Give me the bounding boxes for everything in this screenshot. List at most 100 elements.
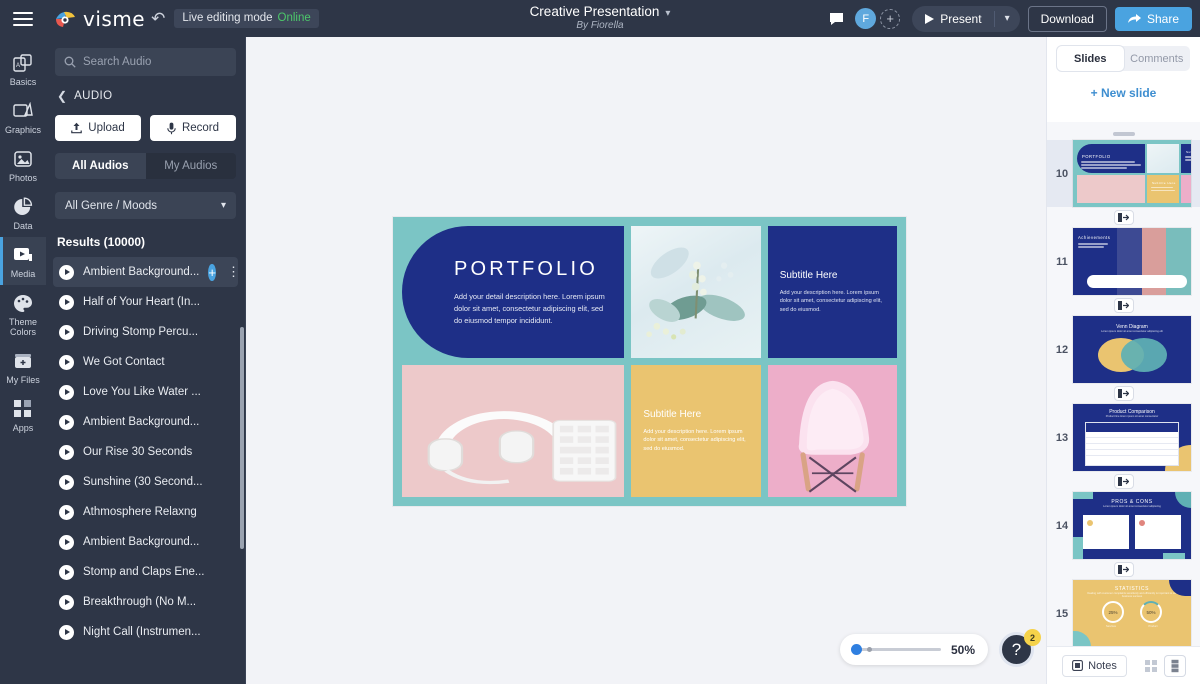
list-item[interactable]: We Got Contact xyxy=(53,347,238,377)
audio-track-list[interactable]: Ambient Background... + ⋮ Half of Your Hear… xyxy=(46,257,245,652)
sidebar-tabs: Slides Comments xyxy=(1057,46,1190,71)
list-item[interactable]: Driving Stomp Percu... xyxy=(53,317,238,347)
slide-transition-icon[interactable] xyxy=(1113,386,1134,401)
subtitle-navy-card[interactable]: Subtitle Here Add your description here.… xyxy=(767,226,897,358)
panel-scrollbar[interactable] xyxy=(240,327,244,549)
sidebar-item-media[interactable]: Media xyxy=(0,237,46,285)
help-notification-badge[interactable]: 2 xyxy=(1024,629,1041,646)
headphones-photo[interactable] xyxy=(402,365,625,497)
pink-chair-photo[interactable] xyxy=(767,365,897,497)
search-input[interactable]: Search Audio xyxy=(55,48,236,76)
slide-transition-icon[interactable] xyxy=(1113,474,1134,489)
zoom-slider-handle[interactable] xyxy=(851,644,862,655)
slide-thumbnail-row[interactable]: 10 PORTFOLIOSubtitle HereSubtitle Here xyxy=(1047,140,1200,207)
sidebar-item-label: Theme Colors xyxy=(8,317,37,337)
tab-all-audios[interactable]: All Audios xyxy=(55,153,146,179)
list-view-icon[interactable] xyxy=(1165,656,1185,676)
tab-comments[interactable]: Comments xyxy=(1124,46,1191,71)
play-icon[interactable] xyxy=(59,474,74,490)
portfolio-panel[interactable]: PORTFOLIO Add your detail description he… xyxy=(402,226,625,358)
tab-my-audios[interactable]: My Audios xyxy=(146,153,237,179)
list-item[interactable]: Sunshine (30 Second... xyxy=(53,467,238,497)
slide-transition-icon[interactable] xyxy=(1113,210,1134,225)
floral-watercolor-image[interactable] xyxy=(631,226,761,358)
present-options-chevron-down-icon[interactable]: ▾ xyxy=(995,6,1020,32)
comment-icon[interactable] xyxy=(825,12,847,26)
top-bar-actions: F + Present ▾ Download Share xyxy=(825,0,1192,37)
slide-thumbnail[interactable]: Product Comparison Product line lorem ips… xyxy=(1073,404,1191,471)
notes-icon xyxy=(1072,660,1084,671)
slide-thumbnail[interactable]: Venn Diagram Lorem ipsum dolor sit amet c… xyxy=(1073,316,1191,383)
play-icon[interactable] xyxy=(59,444,74,460)
play-icon[interactable] xyxy=(59,504,74,520)
avatar[interactable]: F xyxy=(855,8,877,29)
slide-thumbnail-row[interactable]: 13 Product Comparison Product line lorem i… xyxy=(1047,404,1200,471)
upload-button[interactable]: Upload xyxy=(55,115,141,141)
list-item[interactable]: Breakthrough (No M... xyxy=(53,587,238,617)
sidebar-item-basics[interactable]: A Basics xyxy=(0,45,46,93)
slide-thumbnail-row[interactable]: 12 Venn Diagram Lorem ipsum dolor sit amet… xyxy=(1047,316,1200,383)
play-icon[interactable] xyxy=(59,354,74,370)
breadcrumb[interactable]: ❮ AUDIO xyxy=(57,89,245,103)
play-icon[interactable] xyxy=(59,384,74,400)
list-item[interactable]: Ambient Background... xyxy=(53,407,238,437)
list-item[interactable]: Half of Your Heart (In... xyxy=(53,287,238,317)
grid-view-icon[interactable] xyxy=(1141,656,1161,676)
play-icon[interactable] xyxy=(59,594,74,610)
track-options-icon[interactable]: ⋮ xyxy=(225,265,242,278)
chevron-left-icon[interactable]: ❮ xyxy=(57,89,67,103)
add-collaborator-button[interactable]: + xyxy=(880,8,901,29)
sidebar-item-data[interactable]: Data xyxy=(0,189,46,237)
brand-logo[interactable]: visme xyxy=(54,7,145,31)
list-item[interactable]: Love You Like Water ... xyxy=(53,377,238,407)
slide-thumbnail-list[interactable]: 10 PORTFOLIOSubtitle HereSubtitle Here 11 A… xyxy=(1047,122,1200,646)
download-button[interactable]: Download xyxy=(1027,5,1107,32)
document-title-row[interactable]: Creative Presentation ▾ xyxy=(530,4,671,19)
new-slide-button[interactable]: + New slide xyxy=(1061,80,1186,106)
sidebar-item-graphics[interactable]: Graphics xyxy=(0,93,46,141)
play-icon[interactable] xyxy=(59,264,74,280)
slide-transition-icon[interactable] xyxy=(1113,562,1134,577)
slide-thumbnail[interactable]: PROS & CONS Lorem ipsum dolor sit amet co… xyxy=(1073,492,1191,559)
list-item[interactable]: Ambient Background... xyxy=(53,527,238,557)
slide-thumbnail[interactable]: STATISTICS Dealing with customer complain… xyxy=(1073,580,1191,646)
slide-thumbnail-row[interactable]: 14 PROS & CONS Lorem ipsum dolor sit amet … xyxy=(1047,492,1200,559)
play-icon[interactable] xyxy=(59,294,74,310)
hamburger-icon[interactable] xyxy=(0,0,46,37)
play-icon[interactable] xyxy=(59,564,74,580)
list-item[interactable]: Athmosphere Relaxng xyxy=(53,497,238,527)
notes-button[interactable]: Notes xyxy=(1062,654,1127,677)
share-button[interactable]: Share xyxy=(1114,6,1192,31)
chevron-down-icon[interactable]: ▾ xyxy=(665,8,670,19)
current-slide[interactable]: PORTFOLIO Add your detail description he… xyxy=(393,217,906,506)
play-icon[interactable] xyxy=(59,534,74,550)
play-icon[interactable] xyxy=(59,624,74,640)
sidebar-item-my-files[interactable]: My Files xyxy=(0,343,46,391)
genre-moods-select[interactable]: All Genre / Moods ▾ xyxy=(55,192,236,219)
list-item[interactable]: Night Call (Instrumen... xyxy=(53,617,238,647)
record-button[interactable]: Record xyxy=(150,115,236,141)
slide-canvas[interactable]: PORTFOLIO Add your detail description he… xyxy=(247,37,1046,684)
tab-slides[interactable]: Slides xyxy=(1057,46,1124,71)
list-item[interactable]: Our Rise 30 Seconds xyxy=(53,437,238,467)
track-name: Stomp and Claps Ene... xyxy=(83,566,205,578)
sidebar-item-apps[interactable]: Apps xyxy=(0,391,46,439)
present-button[interactable]: Present xyxy=(912,6,993,32)
undo-icon[interactable]: ↶ xyxy=(151,9,165,29)
zoom-control[interactable]: 50% xyxy=(840,634,988,665)
slide-thumbnail[interactable]: PORTFOLIOSubtitle HereSubtitle Here xyxy=(1073,140,1191,207)
list-item[interactable]: Ambient Background... + ⋮ xyxy=(53,257,240,287)
thumbnails-drag-handle[interactable] xyxy=(1112,132,1135,136)
zoom-slider[interactable] xyxy=(851,644,941,655)
slide-thumbnail-row[interactable]: 15 STATISTICS Dealing with customer compla… xyxy=(1047,580,1200,646)
list-item[interactable]: Stomp and Claps Ene... xyxy=(53,557,238,587)
add-track-button[interactable]: + xyxy=(208,263,216,281)
sidebar-item-photos[interactable]: Photos xyxy=(0,141,46,189)
sidebar-item-theme-colors[interactable]: Theme Colors xyxy=(0,285,46,343)
play-icon[interactable] xyxy=(59,414,74,430)
slide-thumbnail[interactable]: Achievements xyxy=(1073,228,1191,295)
subtitle-gold-card[interactable]: Subtitle Here Add your description here.… xyxy=(631,365,761,497)
play-icon[interactable] xyxy=(59,324,74,340)
slide-transition-icon[interactable] xyxy=(1113,298,1134,313)
slide-thumbnail-row[interactable]: 11 Achievements xyxy=(1047,228,1200,295)
